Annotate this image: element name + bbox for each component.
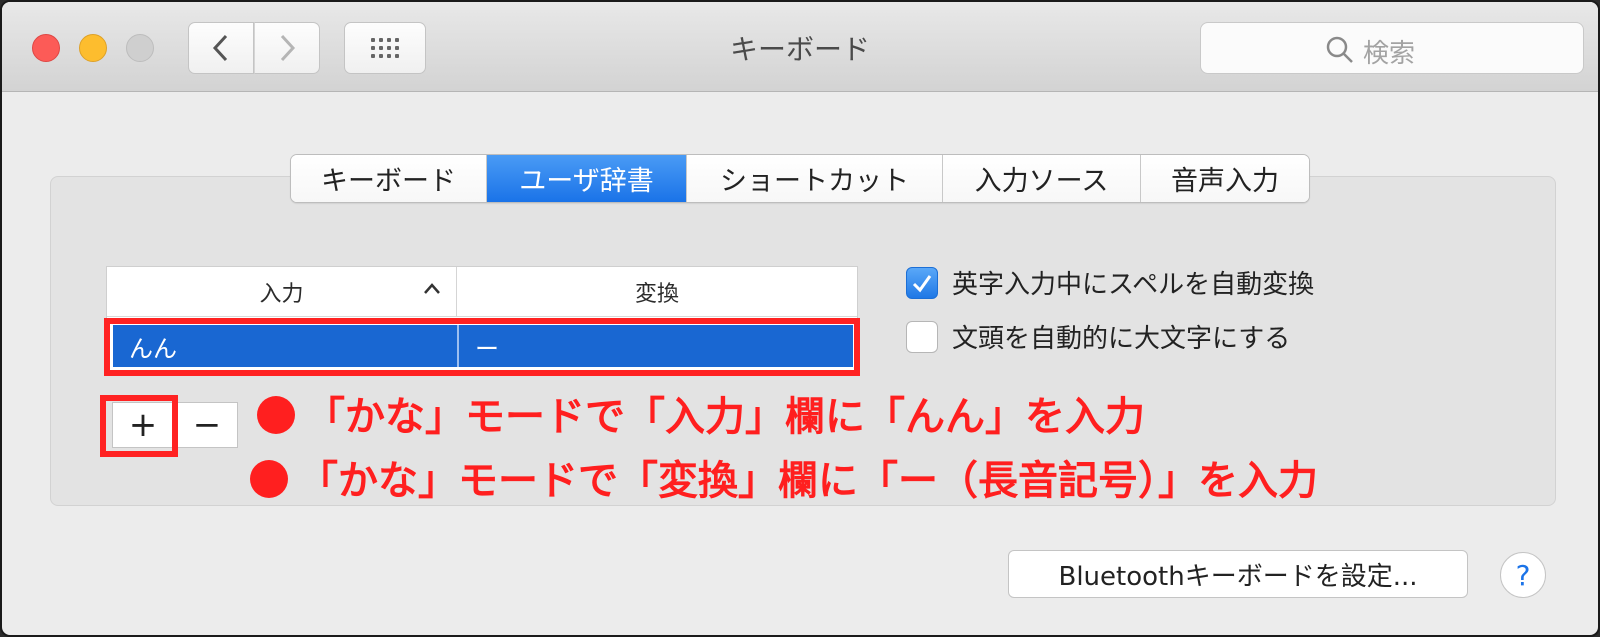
preferences-window: キーボード 検索 キーボード ユーザ辞書 ショートカット 入力ソース 音声入力 …	[0, 0, 1600, 637]
annotation-output-text: 「かな」モードで「変換」欄に「ー（長音記号）」を入力	[298, 458, 1318, 504]
tab-input-sources[interactable]: 入力ソース	[943, 155, 1141, 202]
tab-dictation[interactable]: 音声入力	[1141, 155, 1309, 202]
option-auto-capitalize[interactable]: 文頭を自動的に大文字にする	[906, 318, 1290, 355]
title-bar: キーボード 検索	[2, 2, 1598, 92]
table-header: 入力 変換	[107, 267, 857, 317]
bullet-icon	[257, 396, 295, 434]
search-field[interactable]: 検索	[1200, 22, 1584, 74]
sort-ascending-icon	[424, 283, 440, 294]
annotation-input: 「かな」モードで「入力」欄に「んん」を入力	[257, 384, 1145, 442]
auto-correct-checkbox[interactable]	[906, 266, 938, 299]
column-input-label: 入力	[259, 282, 304, 307]
search-icon	[1326, 36, 1353, 63]
add-button-highlight-annotation	[100, 395, 178, 457]
option-auto-correct[interactable]: 英字入力中にスペルを自動変換	[906, 264, 1314, 301]
annotation-input-text: 「かな」モードで「入力」欄に「んん」を入力	[305, 394, 1145, 440]
auto-correct-label: 英字入力中にスペルを自動変換	[952, 270, 1315, 300]
auto-capitalize-label: 文頭を自動的に大文字にする	[952, 324, 1291, 354]
tab-bar: キーボード ユーザ辞書 ショートカット 入力ソース 音声入力	[290, 154, 1310, 203]
tab-user-dictionary[interactable]: ユーザ辞書	[487, 155, 687, 202]
checkmark-icon	[912, 274, 932, 292]
column-header-input[interactable]: 入力	[107, 267, 457, 317]
setup-bluetooth-keyboard-button[interactable]: Bluetoothキーボードを設定...	[1008, 550, 1468, 598]
row-highlight-annotation	[104, 318, 860, 376]
column-header-output[interactable]: 変換	[457, 267, 857, 317]
column-output-label: 変換	[634, 282, 679, 307]
tab-shortcuts[interactable]: ショートカット	[687, 155, 943, 202]
help-icon: ?	[1515, 558, 1531, 592]
annotation-output: 「かな」モードで「変換」欄に「ー（長音記号）」を入力	[250, 448, 1318, 506]
remove-entry-button[interactable]: −	[176, 402, 238, 448]
search-placeholder: 検索	[1363, 39, 1416, 69]
help-button[interactable]: ?	[1500, 552, 1546, 598]
bullet-icon	[250, 460, 288, 498]
auto-capitalize-checkbox[interactable]	[906, 320, 938, 353]
tab-keyboard[interactable]: キーボード	[291, 155, 487, 202]
